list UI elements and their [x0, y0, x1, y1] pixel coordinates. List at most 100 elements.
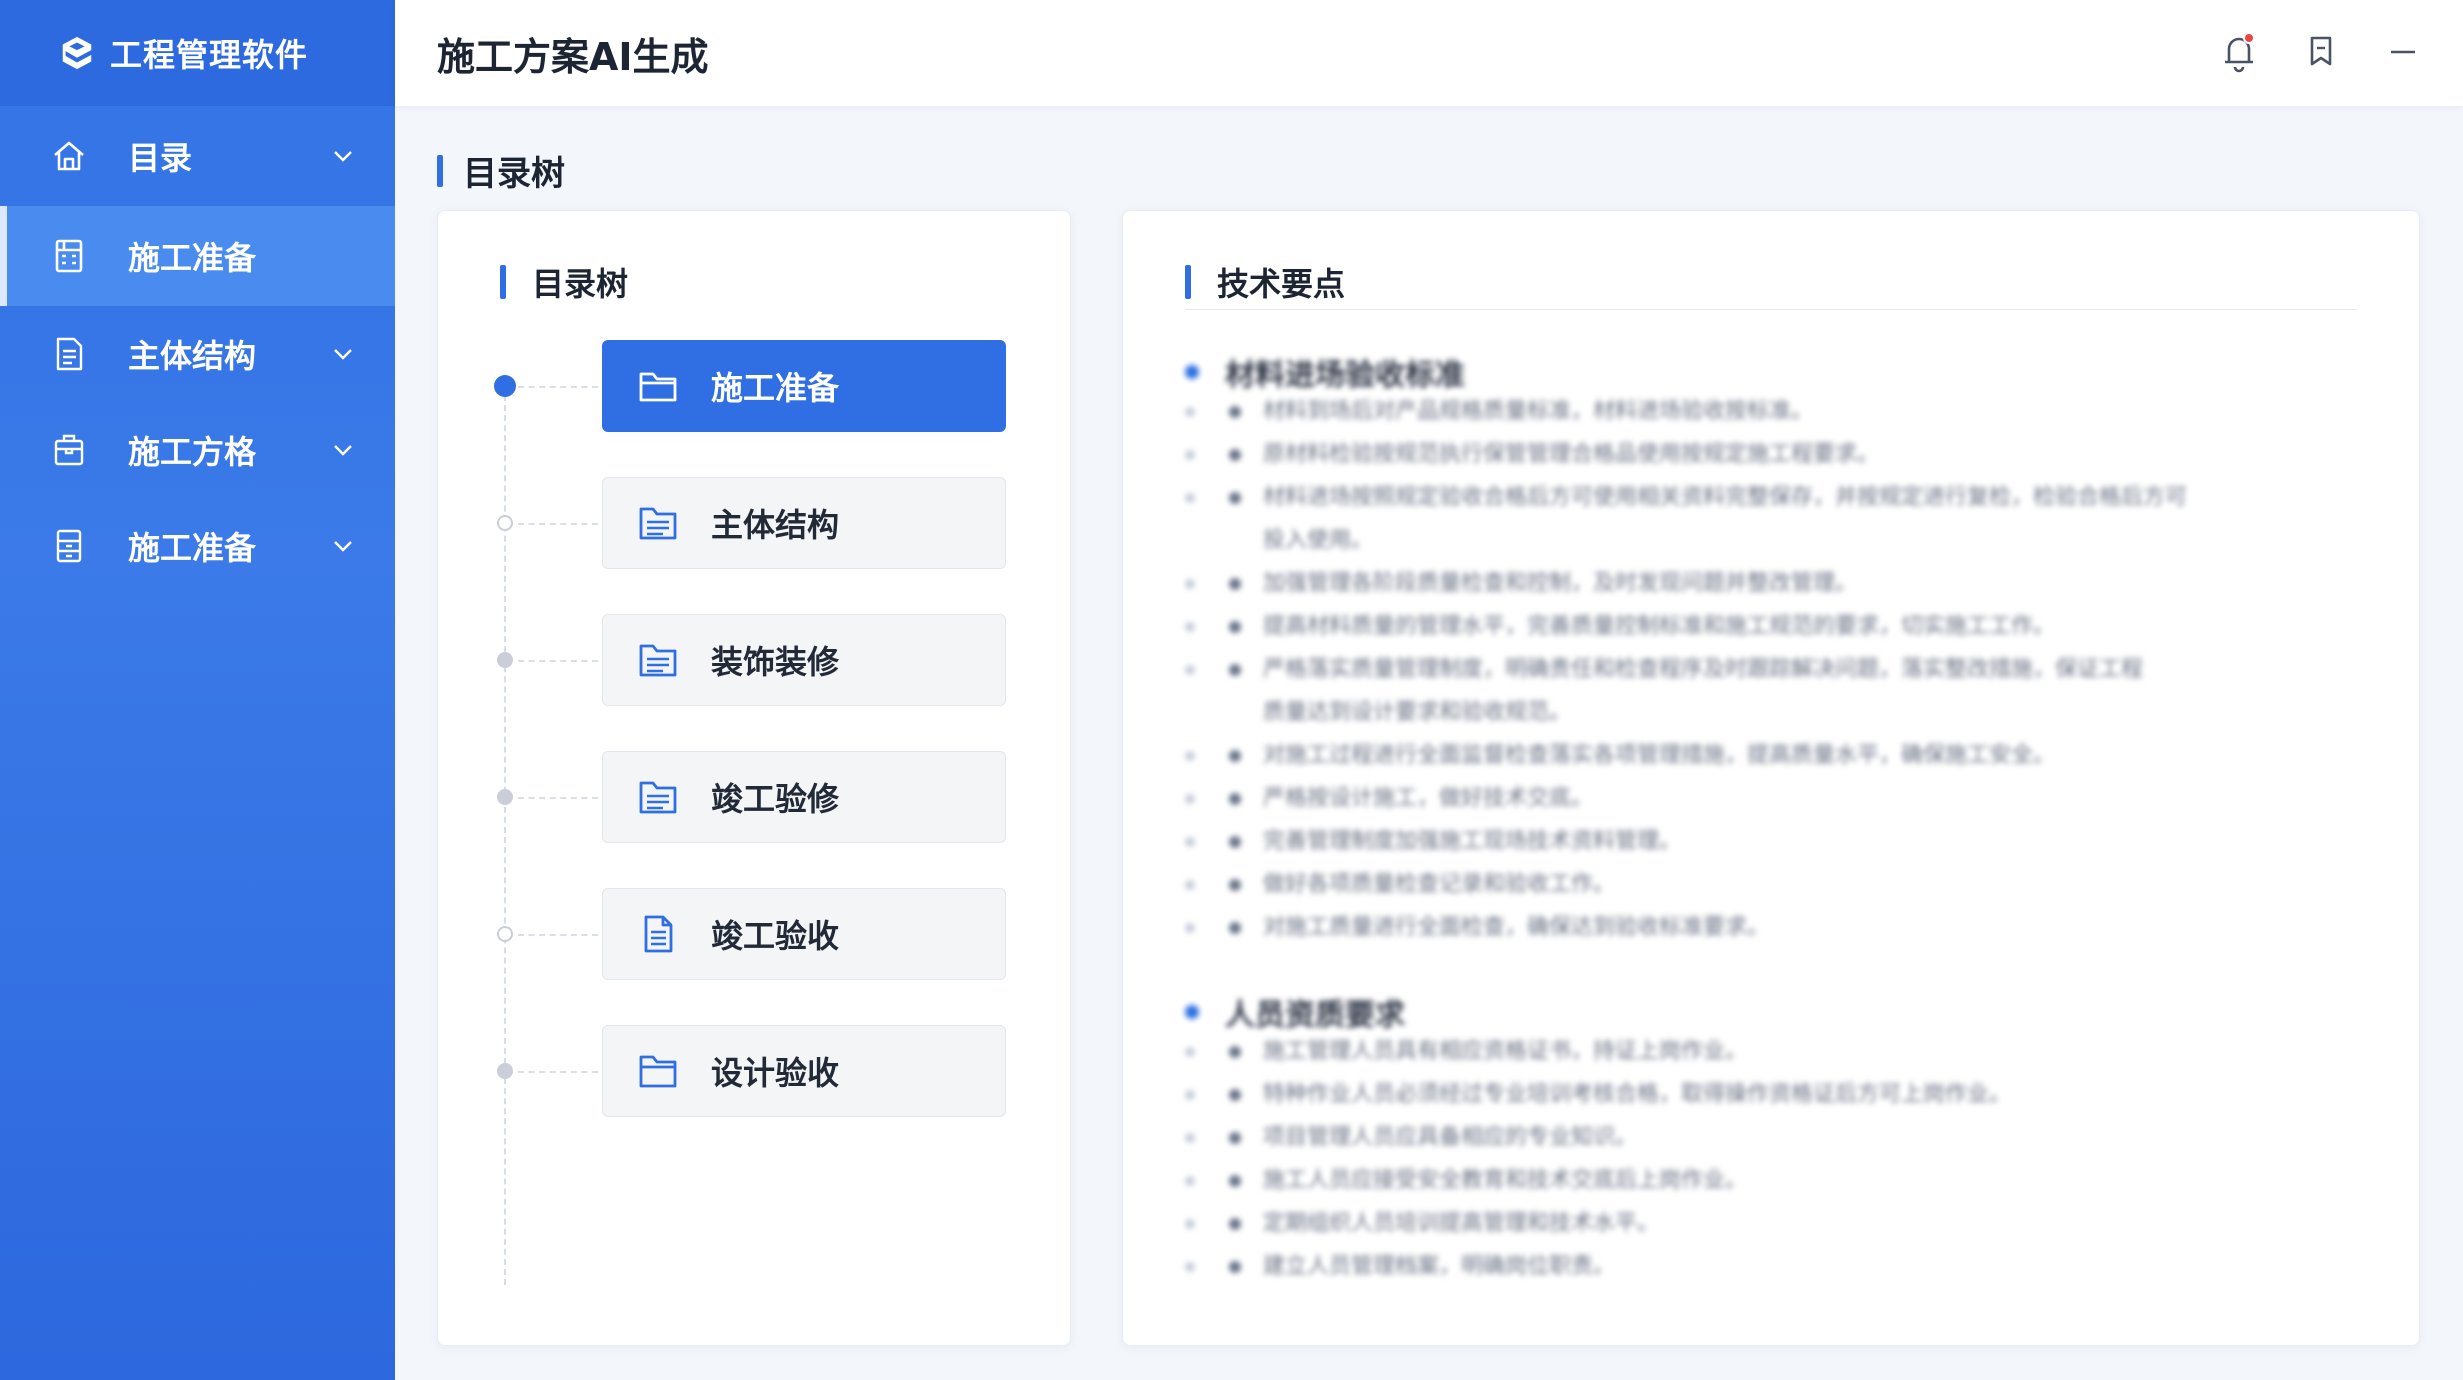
- document-icon: [644, 915, 673, 953]
- tree-node-label: 竣工验修: [711, 780, 840, 818]
- list-item-text: 做好各项质量检查记录和验收工作。: [1263, 872, 1616, 897]
- group-title-text: 材料进场验收标准: [1225, 358, 1465, 393]
- list-item-text: 施工人员应接受安全教育和技术交底后上岗作业。: [1263, 1168, 1748, 1193]
- list-item-text: 严格落实质量管理制度，明确责任和检查程序及时跟踪解决问题，落实整改措施，保证工程: [1263, 657, 2144, 682]
- notification-button[interactable]: [2219, 30, 2259, 74]
- tech-panel-header: 技术要点: [1185, 259, 1345, 305]
- header-divider: [1185, 309, 2357, 310]
- sidebar: 工程管理软件 目录 施工准备 主体结构 施工方格 施工准备: [0, 0, 395, 1380]
- logo-icon: [62, 36, 92, 70]
- tree-node-card[interactable]: 施工准备: [602, 340, 1006, 432]
- list-item: 对施工过程进行全面监督检查落实各项管理措施，提高质量水平，确保施工安全。: [1185, 737, 2187, 780]
- minimize-icon: [2391, 50, 2415, 54]
- tree-node-label: 主体结构: [711, 506, 840, 544]
- tree-node: 装饰装修: [438, 614, 1072, 706]
- tree-node-connector: [518, 523, 598, 525]
- tree-node-card[interactable]: 竣工验修: [602, 751, 1006, 843]
- tree-node-label: 设计验收: [711, 1054, 840, 1092]
- tree-node-label: 装饰装修: [711, 643, 840, 681]
- cabinet-icon: [56, 529, 82, 563]
- tree-node-card[interactable]: 主体结构: [602, 477, 1006, 569]
- tree-node-dot: [497, 652, 513, 668]
- chevron-down-icon: [334, 349, 352, 360]
- list-item-text: 建立人员管理档案，明确岗位职责。: [1263, 1254, 1616, 1279]
- list-item: 做好各项质量检查记录和验收工作。: [1185, 866, 2187, 909]
- list-item: 定期组织人员培训提高管理和技术水平。: [1185, 1205, 2011, 1248]
- list-item-text: 质量达到设计要求和验收规范。: [1263, 700, 1572, 725]
- sidebar-item-construction-prep[interactable]: 施工准备: [0, 206, 395, 306]
- list-item: 对施工质量进行全面检查，确保达到验收标准要求。: [1185, 909, 2187, 952]
- tree-node-connector: [518, 660, 598, 662]
- tree-node-dot: [497, 789, 513, 805]
- list-item: 加强管理各阶段质量检查和控制，及时发现问题并整改管理。: [1185, 565, 2187, 608]
- list-item: 提高材料质量的管理水平，完善质量控制标准和施工规范的要求，切实施工工作。: [1185, 608, 2187, 651]
- list-item: 严格落实质量管理制度，明确责任和检查程序及时跟踪解决问题，落实整改措施，保证工程: [1185, 651, 2187, 694]
- list-item-text: 项目管理人员应具备相应的专业知识。: [1263, 1125, 1638, 1150]
- list-item-text: 投入使用。: [1263, 528, 1374, 553]
- sidebar-item-construction-prep-2[interactable]: 施工准备: [0, 498, 395, 594]
- tree-node-card[interactable]: 竣工验收: [602, 888, 1006, 980]
- list-item: 项目管理人员应具备相应的专业知识。: [1185, 1119, 2011, 1162]
- page-title: 施工方案AI生成: [437, 34, 709, 79]
- tree-panel-header: 目录树: [500, 259, 628, 305]
- header-actions: [2219, 30, 2423, 74]
- tree-node: 施工准备: [438, 340, 1072, 432]
- tech-panel-title: 技术要点: [1217, 265, 1346, 303]
- folder-lines-icon: [639, 644, 677, 677]
- tech-group: 人员资质要求 施工管理人员具有相应资格证书，持证上岗作业。 特种作业人员必须经过…: [1185, 991, 2011, 1291]
- list-item-text: 完善管理制度加强施工现场技术资料管理。: [1263, 829, 1682, 854]
- tree-node: 设计验收: [438, 1025, 1072, 1117]
- tree-panel-title: 目录树: [532, 265, 629, 303]
- sidebar-item-construction-grid[interactable]: 施工方格: [0, 402, 395, 498]
- brand: 工程管理软件: [0, 0, 395, 106]
- folder-icon: [639, 372, 677, 402]
- list-item: 特种作业人员必须经过专业培训考核合格，取得操作资格证后方可上岗作业。: [1185, 1076, 2011, 1119]
- list-item: 严格按设计施工，做好技术交底。: [1185, 780, 2187, 823]
- group-title: 人员资质要求: [1185, 991, 2011, 1033]
- calculator-icon: [55, 239, 83, 273]
- sidebar-item-label: 目录: [128, 139, 193, 177]
- tech-group: 材料进场验收标准 材料到场后对产品规格质量标准，材料进场验收按标准。 原材料检验…: [1185, 351, 2187, 952]
- list-item: 材料到场后对产品规格质量标准，材料进场验收按标准。: [1185, 393, 2187, 436]
- list-item-text: 原材料检验按规范执行保管管理合格品使用按规定施工程要求。: [1263, 442, 1880, 467]
- folder-lines-icon: [639, 781, 677, 814]
- briefcase-icon: [54, 434, 84, 466]
- tree-node-card[interactable]: 设计验收: [602, 1025, 1006, 1117]
- sidebar-item-catalog[interactable]: 目录: [0, 106, 395, 206]
- catalog-tree-panel: 目录树 施工准备 主体结构 装饰装修 竣工验修 竣工验收 设计验收: [437, 210, 1071, 1346]
- minimize-button[interactable]: [2383, 30, 2423, 74]
- tree-node-connector: [518, 386, 598, 388]
- tree-node-connector: [518, 934, 598, 936]
- list-item-text: 对施工过程进行全面监督检查落实各项管理措施，提高质量水平，确保施工安全。: [1263, 743, 2056, 768]
- document-icon: [56, 337, 83, 371]
- tree-node-connector: [518, 1071, 598, 1073]
- list-item-text: 提高材料质量的管理水平，完善质量控制标准和施工规范的要求，切实施工工作。: [1263, 614, 2056, 639]
- notification-badge: [2243, 32, 2255, 44]
- list-item-continuation: 质量达到设计要求和验收规范。: [1185, 694, 2187, 737]
- chevron-down-icon: [334, 541, 352, 552]
- sidebar-item-label: 施工准备: [128, 239, 257, 277]
- list-item-text: 特种作业人员必须经过专业培训考核合格，取得操作资格证后方可上岗作业。: [1263, 1082, 2012, 1107]
- list-item: 材料进场按照规定验收合格后方可使用相关资料完整保存，并按规定进行复检，检验合格后…: [1185, 479, 2187, 522]
- folder-icon: [639, 1055, 677, 1088]
- list-item: 施工人员应接受安全教育和技术交底后上岗作业。: [1185, 1162, 2011, 1205]
- tree-node: 主体结构: [438, 477, 1072, 569]
- list-item: 原材料检验按规范执行保管管理合格品使用按规定施工程要求。: [1185, 436, 2187, 479]
- tree-node-label: 竣工验收: [711, 917, 840, 955]
- list-item-text: 严格按设计施工，做好技术交底。: [1263, 786, 1594, 811]
- section-accent-bar: [437, 154, 443, 187]
- bookmark-button[interactable]: [2301, 30, 2341, 74]
- section-title: 目录树: [437, 146, 565, 195]
- tree-node-dot: [494, 375, 516, 397]
- tree-node-card[interactable]: 装饰装修: [602, 614, 1006, 706]
- sidebar-item-main-structure[interactable]: 主体结构: [0, 306, 395, 402]
- top-header: 施工方案AI生成: [395, 0, 2463, 106]
- group-title-text: 人员资质要求: [1225, 998, 1405, 1033]
- list-item-continuation: 投入使用。: [1185, 522, 2187, 565]
- brand-name: 工程管理软件: [110, 36, 309, 74]
- list-item-text: 施工管理人员具有相应资格证书，持证上岗作业。: [1263, 1039, 1748, 1064]
- sidebar-item-label: 主体结构: [128, 337, 257, 375]
- group-bullet: [1185, 1005, 1199, 1019]
- group-title: 材料进场验收标准: [1185, 351, 2187, 393]
- tree-node: 竣工验修: [438, 751, 1072, 843]
